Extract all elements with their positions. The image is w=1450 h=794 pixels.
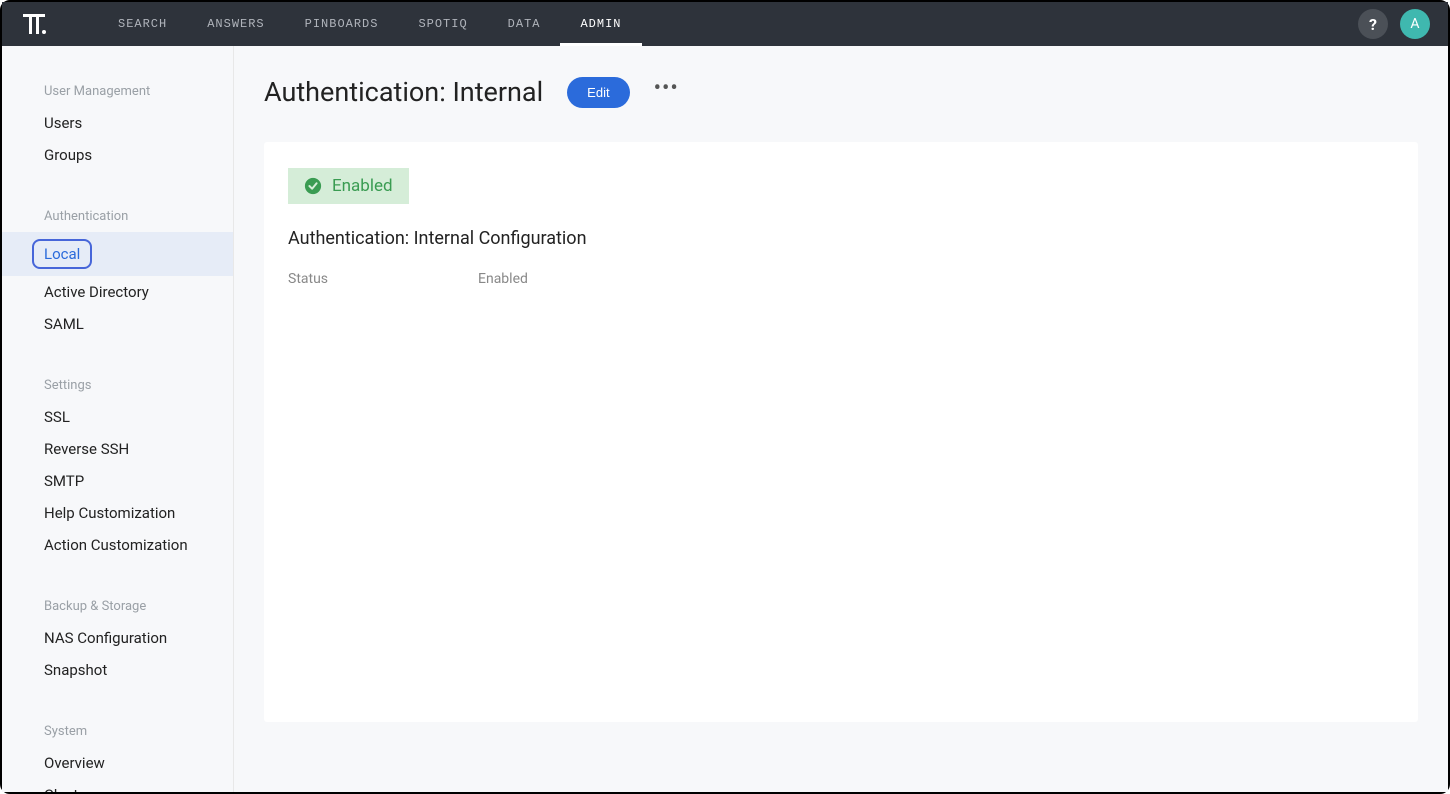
sidebar-item-help-customization[interactable]: Help Customization <box>2 497 233 529</box>
sidebar-item-users[interactable]: Users <box>2 107 233 139</box>
config-card: Enabled Authentication: Internal Configu… <box>264 142 1418 722</box>
sidebar-header: Authentication <box>2 201 233 232</box>
sidebar-item-groups[interactable]: Groups <box>2 139 233 171</box>
edit-button[interactable]: Edit <box>567 77 629 108</box>
status-badge-label: Enabled <box>332 176 393 196</box>
sidebar-item-saml[interactable]: SAML <box>2 308 233 340</box>
sidebar-item-local[interactable]: Local <box>2 232 233 276</box>
nav-spotiq[interactable]: SPOTIQ <box>398 2 487 46</box>
top-navigation: SEARCH ANSWERS PINBOARDS SPOTIQ DATA ADM… <box>2 2 1448 46</box>
sidebar: User Management Users Groups Authenticat… <box>2 46 234 792</box>
nav-data[interactable]: DATA <box>488 2 561 46</box>
sidebar-item-label: Local <box>32 239 92 269</box>
nav-admin[interactable]: ADMIN <box>560 2 641 46</box>
sidebar-header: System <box>2 716 233 747</box>
nav-right: ? A <box>1358 9 1430 39</box>
nav-items: SEARCH ANSWERS PINBOARDS SPOTIQ DATA ADM… <box>98 2 642 46</box>
sidebar-section-user-management: User Management Users Groups <box>2 76 233 171</box>
sidebar-header: Settings <box>2 370 233 401</box>
config-section-title: Authentication: Internal Configuration <box>288 228 1394 249</box>
sidebar-item-smtp[interactable]: SMTP <box>2 465 233 497</box>
sidebar-section-system: System Overview Cluster <box>2 716 233 792</box>
sidebar-item-active-directory[interactable]: Active Directory <box>2 276 233 308</box>
sidebar-section-authentication: Authentication Local Active Directory SA… <box>2 201 233 340</box>
check-circle-icon <box>304 177 322 195</box>
config-row: Status Enabled <box>288 271 1394 287</box>
sidebar-section-settings: Settings SSL Reverse SSH SMTP Help Custo… <box>2 370 233 561</box>
nav-search[interactable]: SEARCH <box>98 2 187 46</box>
content-area: Authentication: Internal Edit ••• Enable… <box>234 46 1448 792</box>
page-header: Authentication: Internal Edit ••• <box>264 76 1418 108</box>
sidebar-item-action-customization[interactable]: Action Customization <box>2 529 233 561</box>
logo-icon[interactable] <box>20 10 48 38</box>
status-badge: Enabled <box>288 168 409 204</box>
config-value-status: Enabled <box>478 271 528 287</box>
sidebar-item-overview[interactable]: Overview <box>2 747 233 779</box>
help-button[interactable]: ? <box>1358 9 1388 39</box>
sidebar-item-reverse-ssh[interactable]: Reverse SSH <box>2 433 233 465</box>
sidebar-item-ssl[interactable]: SSL <box>2 401 233 433</box>
avatar[interactable]: A <box>1400 9 1430 39</box>
more-options-icon[interactable]: ••• <box>654 78 679 106</box>
sidebar-item-nas-configuration[interactable]: NAS Configuration <box>2 622 233 654</box>
sidebar-section-backup-storage: Backup & Storage NAS Configuration Snaps… <box>2 591 233 686</box>
sidebar-header: User Management <box>2 76 233 107</box>
main-area: User Management Users Groups Authenticat… <box>2 46 1448 792</box>
nav-pinboards[interactable]: PINBOARDS <box>285 2 399 46</box>
config-key-status: Status <box>288 271 478 287</box>
nav-answers[interactable]: ANSWERS <box>187 2 284 46</box>
page-title: Authentication: Internal <box>264 76 543 108</box>
sidebar-header: Backup & Storage <box>2 591 233 622</box>
sidebar-item-snapshot[interactable]: Snapshot <box>2 654 233 686</box>
sidebar-item-cluster[interactable]: Cluster <box>2 779 233 792</box>
